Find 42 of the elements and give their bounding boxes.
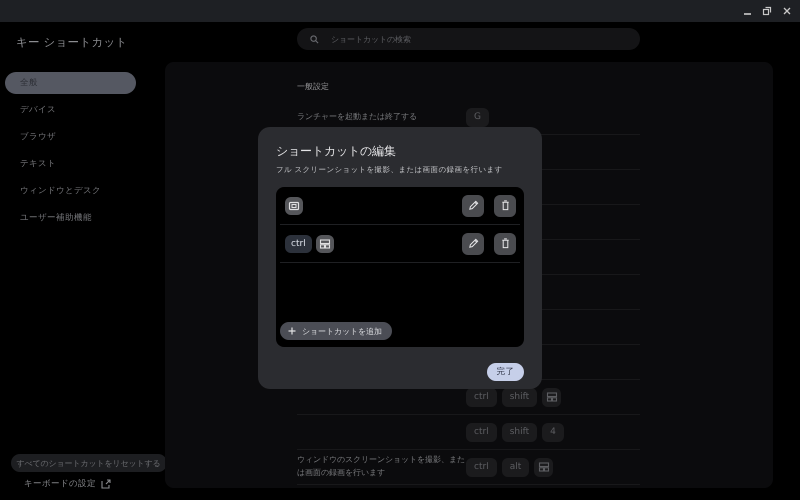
- edit-shortcut-dialog-title: ショートカットの編集: [276, 143, 397, 159]
- key-cap: ctrl: [285, 234, 312, 252]
- key-cap: shift: [502, 388, 538, 406]
- plus-icon: [288, 327, 296, 335]
- key-cap: 4: [542, 422, 564, 442]
- reset-button[interactable]: すべてのショートカットをリセットする: [10, 454, 166, 472]
- key-cap: ctrl: [466, 422, 497, 442]
- key-cap: ctrl: [466, 458, 497, 476]
- search-field[interactable]: ショートカットの検索: [297, 28, 640, 50]
- key-cap: shift: [502, 422, 538, 442]
- sidebar-item[interactable]: デバイス: [5, 99, 136, 121]
- keyboard-settings-link[interactable]: キーボードの設定: [24, 478, 96, 490]
- delete-button[interactable]: [494, 232, 516, 254]
- shortcut-label: ランチャーを起動または終了する: [297, 110, 418, 123]
- edit-button[interactable]: [462, 232, 484, 254]
- external-link-icon: [101, 479, 111, 489]
- pencil-icon: [468, 238, 478, 249]
- sidebar-item[interactable]: テキスト: [5, 153, 136, 175]
- key-cap: alt: [502, 458, 530, 476]
- screenshot-icon: [288, 200, 300, 212]
- sidebar-item[interactable]: ユーザー補助機能: [5, 207, 136, 229]
- add-shortcut-button[interactable]: ショートカットを追加: [280, 322, 392, 340]
- shortcut-label: ウィンドウのスクリーンショットを撮影、または画面の録画を行います: [297, 454, 466, 479]
- grid-icon: [546, 391, 558, 403]
- grid-icon: [538, 461, 550, 473]
- sidebar-item[interactable]: ウィンドウとデスク: [5, 180, 136, 202]
- done-button[interactable]: 完了: [487, 363, 524, 381]
- minimize-icon: [744, 13, 750, 15]
- key-cap: G: [466, 108, 489, 126]
- delete-button[interactable]: [494, 194, 516, 216]
- restore-icon: [762, 6, 772, 16]
- trash-icon: [500, 200, 510, 211]
- trash-icon: [500, 238, 510, 249]
- close-icon: [782, 6, 792, 16]
- sidebar-item[interactable]: ブラウザ: [5, 126, 136, 148]
- section-title: 一般設定: [297, 81, 330, 93]
- restore-button[interactable]: [760, 4, 774, 18]
- grid-icon: [318, 238, 331, 250]
- app-title: キー ショートカット: [15, 34, 129, 51]
- edit-button[interactable]: [462, 194, 484, 216]
- pencil-icon: [468, 200, 478, 211]
- search-icon: [310, 34, 319, 44]
